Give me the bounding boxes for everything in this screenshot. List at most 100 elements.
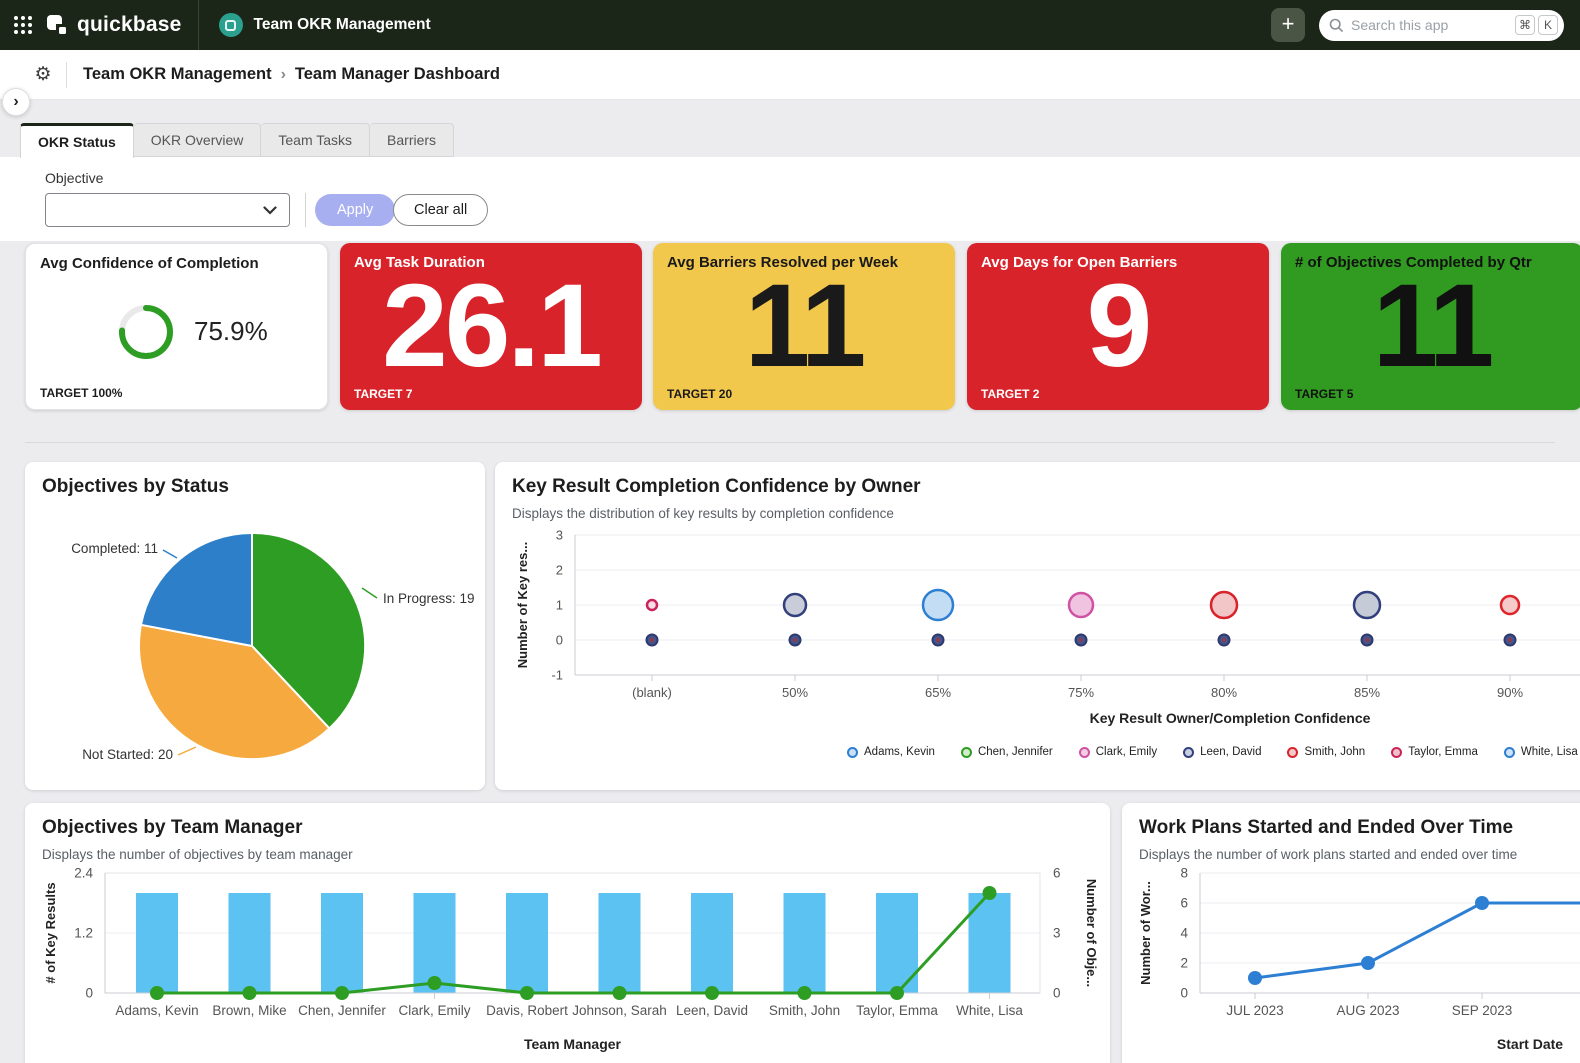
- line-point-Davis, Robert[interactable]: [520, 986, 534, 1000]
- bubble-zero-core: [1365, 638, 1369, 642]
- legend-label: Adams, Kevin: [864, 746, 935, 758]
- legend-item-Chen, Jennifer[interactable]: Chen, Jennifer: [960, 746, 1053, 758]
- line-point-Taylor, Emma[interactable]: [890, 986, 904, 1000]
- bubble-Smith, John[interactable]: [1499, 594, 1521, 616]
- legend-label: Smith, John: [1304, 746, 1366, 758]
- search-input[interactable]: [1351, 17, 1512, 33]
- line-series: [157, 891, 991, 995]
- chevron-down-icon: [263, 205, 277, 215]
- bubble-Clark, Emily[interactable]: [1067, 591, 1095, 619]
- search-icon: [1329, 18, 1344, 32]
- bar-Davis, Robert[interactable]: [506, 893, 548, 993]
- line-point-Leen, David[interactable]: [705, 986, 719, 1000]
- app-name: Team OKR Management: [253, 16, 431, 33]
- line-point-Johnson, Sarah[interactable]: [612, 986, 627, 1000]
- axis-text: 90%: [1497, 685, 1523, 700]
- axis-text: 80%: [1211, 685, 1237, 700]
- tab-barriers[interactable]: Barriers: [370, 123, 455, 157]
- breadcrumb-page-title: Team Manager Dashboard: [294, 65, 500, 83]
- line-point-Clark, Emily[interactable]: [427, 976, 442, 990]
- axis-text: 65%: [925, 685, 951, 700]
- axis-text: JUL 2023: [1226, 1003, 1283, 1018]
- legend-swatch: [1078, 746, 1090, 758]
- axis-text: 0: [1180, 986, 1188, 1001]
- objective-filter-select[interactable]: [45, 193, 290, 227]
- kpi-value: 11: [1372, 260, 1495, 392]
- expand-sidebar-button[interactable]: ›: [2, 88, 30, 116]
- bubble-Adams, Kevin[interactable]: [921, 588, 955, 622]
- bubble-Leen, David[interactable]: [1352, 590, 1382, 620]
- breadcrumb-app-link[interactable]: Team OKR Management: [83, 65, 272, 84]
- app-search[interactable]: ⌘ K: [1319, 9, 1564, 41]
- axis-text: Start Date: [1497, 1036, 1563, 1052]
- tab-okr-overview[interactable]: OKR Overview: [133, 123, 262, 157]
- line-point-AUG 2023[interactable]: [1361, 956, 1375, 970]
- line-point-Chen, Jennifer[interactable]: [335, 986, 349, 1000]
- apply-button[interactable]: Apply: [315, 194, 396, 226]
- app-switcher-icon[interactable]: [0, 0, 46, 50]
- kr-confidence-card: Key Result Completion Confidence by Owne…: [495, 462, 1580, 790]
- kpi-card-avg-task-duration[interactable]: Avg Task Duration 26.1 TARGET 7: [340, 243, 642, 410]
- kpi-card-objectives-completed[interactable]: # of Objectives Completed by Qtr 11 TARG…: [1281, 243, 1580, 410]
- axis-text: -1: [551, 668, 563, 683]
- tab-okr-status[interactable]: OKR Status: [20, 123, 134, 158]
- bubble-Smith, John[interactable]: [1209, 590, 1239, 620]
- axis-text: Chen, Jennifer: [298, 1003, 386, 1018]
- bar-Adams, Kevin[interactable]: [136, 893, 178, 993]
- kpi-card-avg-confidence[interactable]: Avg Confidence of Completion 75.9% TARGE…: [25, 243, 328, 410]
- bar-Leen, David[interactable]: [691, 893, 733, 993]
- quickbase-logo[interactable]: quickbase: [46, 13, 182, 37]
- axis-text: 8: [1180, 866, 1188, 881]
- objectives-by-status-card: Objectives by Status In Progress: 19 Not …: [25, 462, 485, 790]
- axis-text: 2: [556, 563, 563, 578]
- legend-item-Adams, Kevin[interactable]: Adams, Kevin: [847, 746, 935, 758]
- line-point-White, Lisa[interactable]: [982, 886, 997, 900]
- kpi-card-barriers-resolved[interactable]: Avg Barriers Resolved per Week 11 TARGET…: [653, 243, 955, 410]
- page-header: ⚙ Team OKR Management › Team Manager Das…: [0, 50, 1580, 100]
- line-point-Adams, Kevin[interactable]: [150, 986, 164, 1000]
- kpi-target: TARGET 7: [354, 387, 413, 401]
- axis-text: Brown, Mike: [212, 1003, 286, 1018]
- brand-name: quickbase: [77, 13, 182, 36]
- bar-Johnson, Sarah[interactable]: [598, 893, 641, 993]
- gear-icon[interactable]: ⚙: [30, 63, 56, 86]
- kpi-card-days-open-barriers[interactable]: Avg Days for Open Barriers 9 TARGET 2: [967, 243, 1269, 410]
- axis-text: AUG 2023: [1336, 1003, 1399, 1018]
- line-point-Smith, John[interactable]: [797, 986, 812, 1000]
- add-new-button[interactable]: +: [1271, 8, 1305, 42]
- scatter-chart: 3 2 1 0 -1 (blank) 50% 65% 75% 80% 85% 90% Number of…: [515, 528, 1580, 726]
- legend-item-White, Lisa[interactable]: White, Lisa: [1503, 746, 1578, 758]
- line-point-SEP 2023[interactable]: [1475, 896, 1489, 910]
- bar-Brown, Mike[interactable]: [228, 893, 271, 993]
- bubble-Taylor, Emma[interactable]: [645, 598, 659, 612]
- axis-text: Not Started: 20: [82, 747, 173, 762]
- legend-label: Chen, Jennifer: [977, 746, 1053, 758]
- line-series: [1254, 901, 1580, 980]
- clear-all-button[interactable]: Clear all: [393, 194, 489, 226]
- axis-text: Adams, Kevin: [115, 1003, 198, 1018]
- dashboard-tabs: OKR Status OKR Overview Team Tasks Barri…: [20, 123, 455, 158]
- current-app[interactable]: Team OKR Management: [199, 13, 431, 37]
- tab-team-tasks[interactable]: Team Tasks: [261, 123, 371, 157]
- axis-text: White, Lisa: [956, 1003, 1023, 1018]
- axis-text: Johnson, Sarah: [572, 1003, 667, 1018]
- filter-divider: [305, 193, 306, 227]
- kpi-value: 75.9%: [194, 316, 268, 346]
- legend-swatch: [1503, 746, 1515, 758]
- bar-Chen, Jennifer[interactable]: [321, 893, 363, 993]
- legend-swatch: [960, 746, 972, 758]
- axis-text: # of Key Results: [43, 882, 58, 983]
- bar-Smith, John[interactable]: [783, 893, 826, 993]
- legend-item-Smith, John[interactable]: Smith, John: [1287, 746, 1365, 758]
- legend-item-Taylor, Emma[interactable]: Taylor, Emma: [1391, 746, 1478, 758]
- bubble-Leen, David[interactable]: [782, 592, 808, 618]
- axis-text: 0: [1053, 986, 1061, 1001]
- legend-item-Clark, Emily[interactable]: Clark, Emily: [1078, 746, 1157, 758]
- pie-label-line: [361, 587, 378, 599]
- axis-text: SEP 2023: [1452, 1003, 1513, 1018]
- chart-legend: Adams, Kevin Chen, Jennifer Clark, Emily Le…: [847, 746, 1578, 758]
- line-point-Brown, Mike[interactable]: [242, 986, 257, 1000]
- bubble-zero-core: [793, 638, 797, 642]
- line-point-JUL 2023[interactable]: [1248, 971, 1262, 985]
- legend-item-Leen, David[interactable]: Leen, David: [1183, 746, 1261, 758]
